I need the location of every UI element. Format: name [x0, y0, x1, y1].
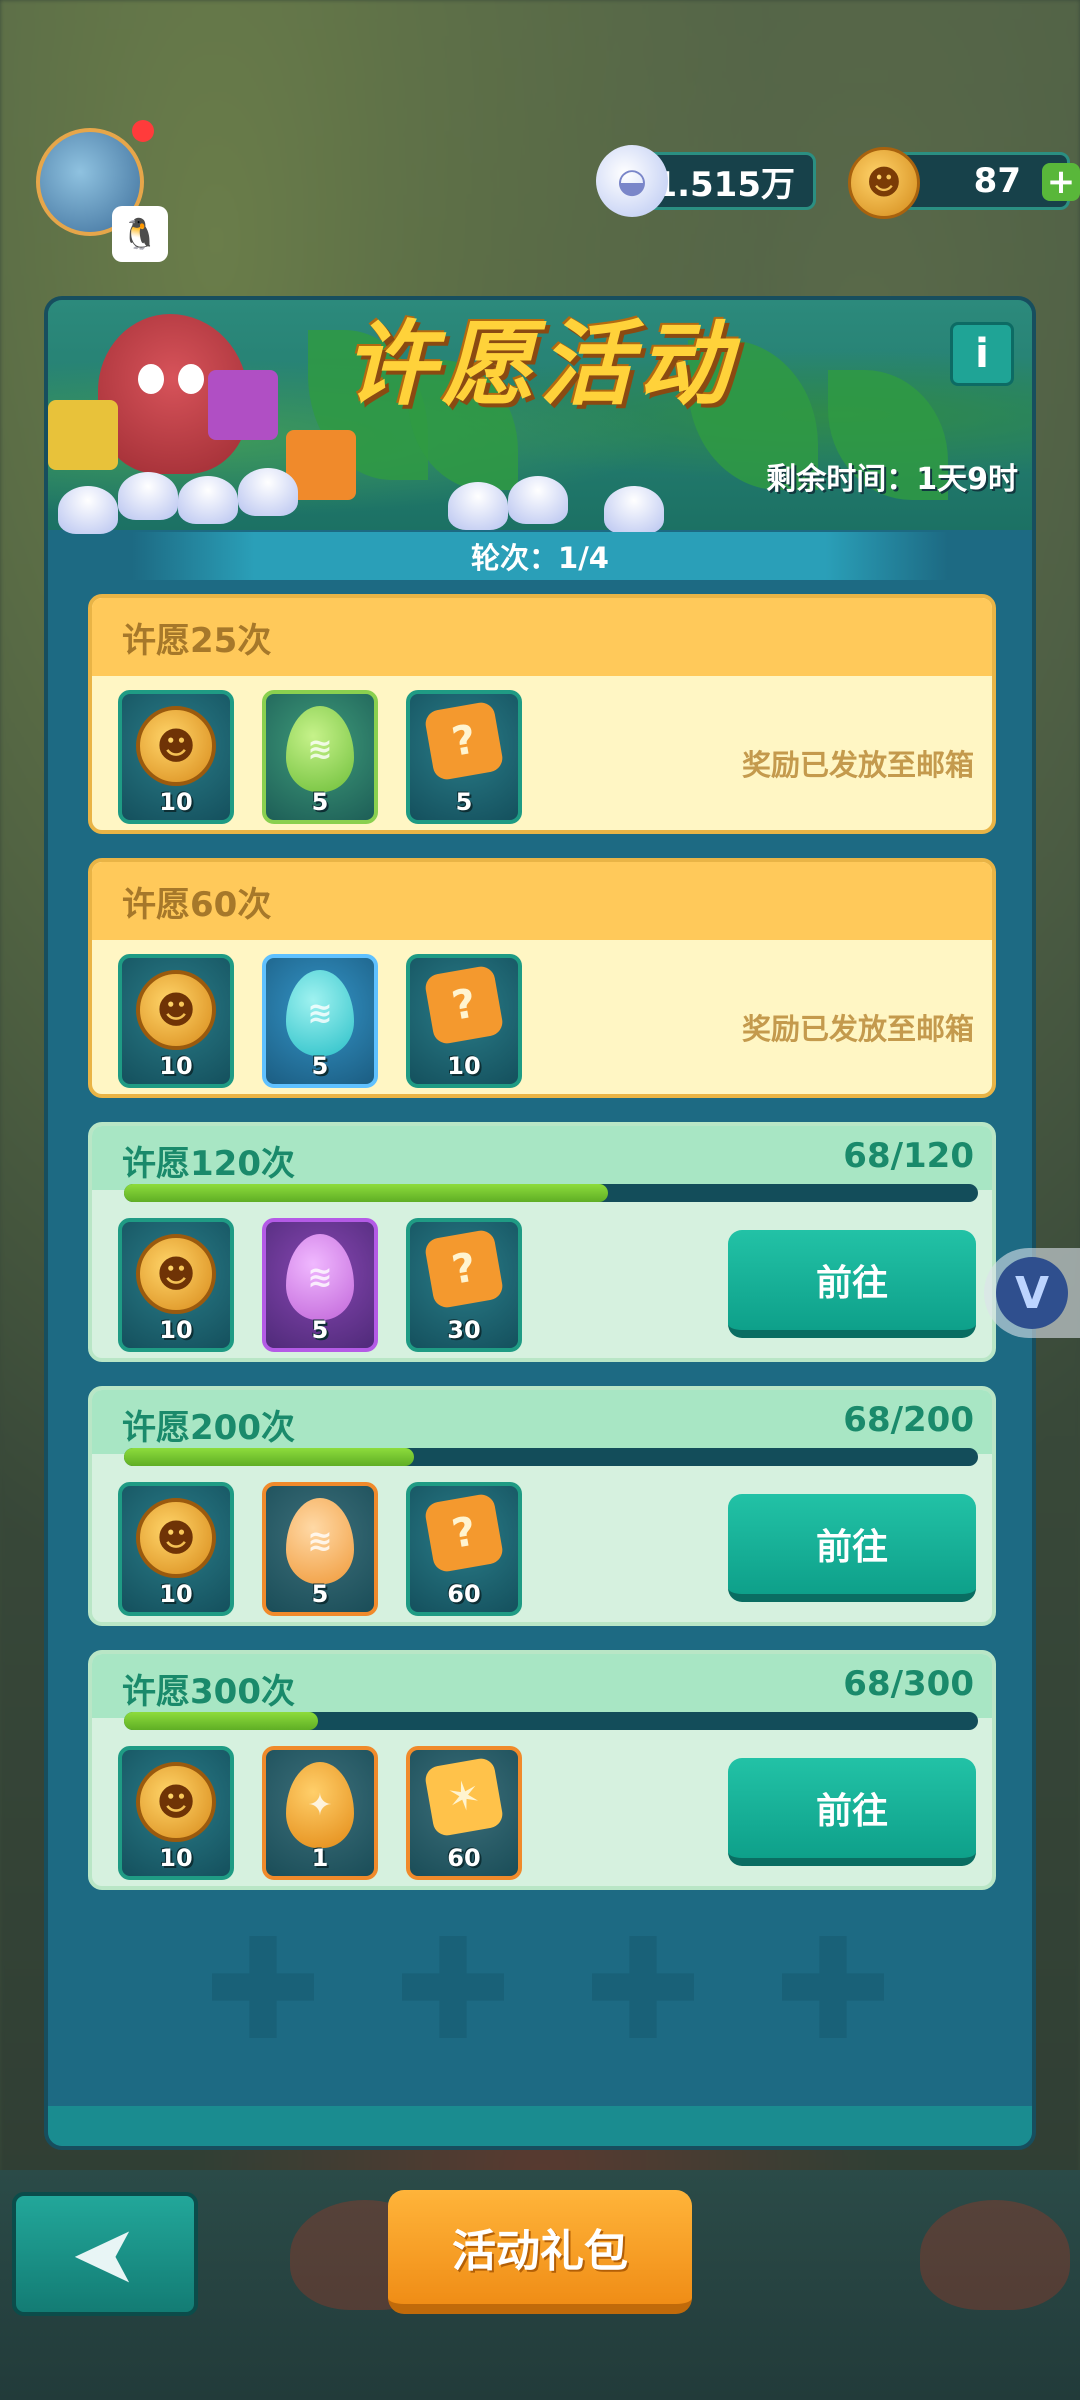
progress-bar: [124, 1448, 978, 1466]
tier-progress-count: 68/120: [843, 1136, 974, 1176]
back-arrow-icon: ➤: [71, 2207, 139, 2301]
reward-list: ☻ 10 ✦ 1 ✶ 60: [118, 1746, 522, 1880]
coins-amount: 87: [973, 161, 1021, 201]
orange-egg-icon: ≋: [286, 1498, 354, 1584]
shell-decoration: [238, 468, 298, 516]
blue-egg-icon: ≋: [286, 970, 354, 1056]
wish-tier-card: 许愿25次 ☻ 10 ≋ 5 ? 5 奖励已发放至邮箱: [88, 594, 996, 834]
floating-assistant-button[interactable]: V: [984, 1248, 1080, 1338]
reward-item[interactable]: ☻ 10: [118, 1218, 234, 1352]
go-button[interactable]: 前往: [728, 1494, 976, 1602]
shell-decoration: [178, 476, 238, 524]
reward-quantity: 5: [311, 788, 329, 816]
round-indicator: 轮次：1/4: [132, 532, 948, 580]
info-button[interactable]: i: [950, 322, 1014, 386]
reward-item[interactable]: ≋ 5: [262, 1482, 378, 1616]
coin-icon: ☻: [848, 147, 920, 219]
reward-item[interactable]: ? 60: [406, 1482, 522, 1616]
shells-amount: 1.515万: [653, 164, 795, 205]
progress-fill: [124, 1712, 318, 1730]
golden-puzzle-icon: ✶: [423, 1756, 505, 1838]
coin-icon: ☻: [136, 1498, 216, 1578]
wish-tier-card: 许愿200次 68/200 ☻ 10 ≋ 5 ? 60 前往: [88, 1386, 996, 1626]
reward-item[interactable]: ✦ 1: [262, 1746, 378, 1880]
reward-quantity: 10: [159, 1844, 193, 1872]
reward-quantity: 1: [311, 1844, 329, 1872]
reward-list: ☻ 10 ≋ 5 ? 10: [118, 954, 522, 1088]
coin-icon: ☻: [136, 1234, 216, 1314]
notification-dot: [132, 120, 154, 142]
reward-item[interactable]: ☻ 10: [118, 690, 234, 824]
qq-penguin-icon: 🐧: [112, 206, 168, 262]
tier-progress-count: 68/300: [843, 1664, 974, 1704]
coin-icon: ☻: [136, 970, 216, 1050]
add-coins-button[interactable]: +: [1042, 162, 1080, 202]
puzzle-piece-icon: ?: [423, 700, 505, 782]
reward-quantity: 5: [311, 1052, 329, 1080]
reward-quantity: 10: [159, 1052, 193, 1080]
reward-quantity: 60: [447, 1580, 481, 1608]
event-banner: 许愿活动 i 剩余时间：1天9时: [48, 300, 1032, 534]
reward-quantity: 10: [159, 1580, 193, 1608]
reward-item[interactable]: ☻ 10: [118, 1746, 234, 1880]
shell-icon: ◒: [596, 145, 668, 217]
reward-item[interactable]: ? 5: [406, 690, 522, 824]
reward-list: ☻ 10 ≋ 5 ? 60: [118, 1482, 522, 1616]
reward-item[interactable]: ? 30: [406, 1218, 522, 1352]
reward-item[interactable]: ≋ 5: [262, 1218, 378, 1352]
v-logo-icon: V: [996, 1257, 1068, 1329]
progress-fill: [124, 1448, 415, 1466]
reward-status: 奖励已发放至邮箱: [741, 748, 974, 782]
tier-progress-count: 68/200: [843, 1400, 974, 1440]
reward-quantity: 10: [159, 788, 193, 816]
puzzle-piece-icon: ?: [423, 964, 505, 1046]
green-egg-icon: ≋: [286, 706, 354, 792]
reward-item[interactable]: ☻ 10: [118, 954, 234, 1088]
footprint-watermark: ✚ ✚ ✚ ✚: [204, 1908, 892, 2072]
shell-decoration: [118, 472, 178, 520]
reward-item[interactable]: ? 10: [406, 954, 522, 1088]
go-button[interactable]: 前往: [728, 1758, 976, 1866]
wish-event-panel: 许愿活动 i 剩余时间：1天9时 轮次：1/4 许愿25次 ☻ 10 ≋ 5 ?…: [44, 296, 1036, 2150]
coin-icon: ☻: [136, 706, 216, 786]
reward-list: ☻ 10 ≋ 5 ? 30: [118, 1218, 522, 1352]
shell-decoration: [58, 486, 118, 534]
reward-quantity: 5: [311, 1580, 329, 1608]
reward-quantity: 5: [311, 1316, 329, 1344]
puzzle-piece-icon: ?: [423, 1228, 505, 1310]
reward-item[interactable]: ≋ 5: [262, 690, 378, 824]
shell-decoration: [508, 476, 568, 524]
event-title: 许愿活动: [343, 311, 736, 418]
golden-egg-icon: ✦: [286, 1762, 354, 1848]
coin-icon: ☻: [136, 1762, 216, 1842]
wish-tier-card: 许愿120次 68/120 ☻ 10 ≋ 5 ? 30 前往: [88, 1122, 996, 1362]
purple-egg-icon: ≋: [286, 1234, 354, 1320]
event-gift-pack-button[interactable]: 活动礼包: [388, 2190, 692, 2314]
shell-decoration: [448, 482, 508, 530]
back-button[interactable]: ➤: [12, 2192, 198, 2316]
tier-label: 许愿60次: [92, 862, 992, 940]
progress-fill: [124, 1184, 609, 1202]
reward-quantity: 5: [455, 788, 473, 816]
wish-tier-card: 许愿60次 ☻ 10 ≋ 5 ? 10 奖励已发放至邮箱: [88, 858, 996, 1098]
reward-status: 奖励已发放至邮箱: [741, 1012, 974, 1046]
reward-list: ☻ 10 ≋ 5 ? 5: [118, 690, 522, 824]
time-remaining: 剩余时间：1天9时: [766, 462, 1018, 497]
reward-quantity: 30: [447, 1316, 481, 1344]
reward-item[interactable]: ✶ 60: [406, 1746, 522, 1880]
panel-footer: [48, 2106, 1032, 2146]
shell-decoration: [604, 486, 664, 534]
wish-tier-card: 许愿300次 68/300 ☻ 10 ✦ 1 ✶ 60 前往: [88, 1650, 996, 1890]
background-character: [920, 2200, 1070, 2310]
progress-bar: [124, 1184, 978, 1202]
reward-quantity: 60: [447, 1844, 481, 1872]
reward-quantity: 10: [447, 1052, 481, 1080]
go-button[interactable]: 前往: [728, 1230, 976, 1338]
reward-item[interactable]: ☻ 10: [118, 1482, 234, 1616]
tier-label: 许愿25次: [92, 598, 992, 676]
progress-bar: [124, 1712, 978, 1730]
reward-quantity: 10: [159, 1316, 193, 1344]
puzzle-piece-icon: ?: [423, 1492, 505, 1574]
reward-item[interactable]: ≋ 5: [262, 954, 378, 1088]
